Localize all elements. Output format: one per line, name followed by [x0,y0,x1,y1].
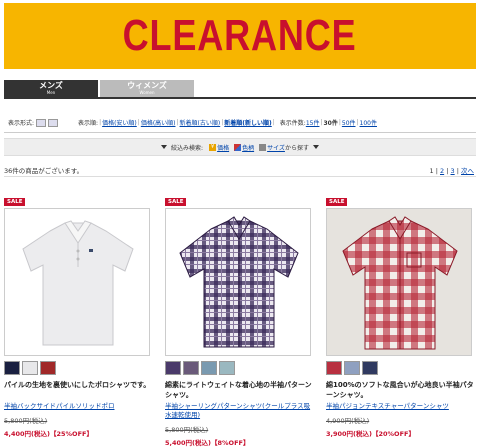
swatch-blue[interactable] [201,361,217,375]
gender-tabs: メンズ Men ウィメンズ Women [4,80,476,99]
color-icon [234,143,242,151]
sale-price: 5,400円(税込)【8%OFF】 [165,439,250,447]
swatch-navy[interactable] [362,361,378,375]
product-description: 綿素にライトウェイトな着心地の半袖パターンシャツ。 [165,381,312,399]
color-swatches [4,361,56,375]
sale-price: 3,900円(税込)【20%OFF】 [326,430,415,438]
tab-women-sub: Women [139,90,155,95]
page-2[interactable]: 2 [440,167,444,175]
sort-price-desc[interactable]: 価格(高い順) [141,118,176,127]
size-icon [259,143,267,151]
tab-women-label: ウィメンズ [127,81,167,90]
swatch-navy[interactable] [4,361,20,375]
product-description: パイルの生地を裏使いにしたポロシャツです。 [4,381,151,389]
display-format-label: 表示形式: [8,120,35,127]
product-name-link[interactable]: 半袖パジョンテキスチャーパターンシャツ [326,402,474,411]
per-page-50[interactable]: 50件 [342,118,356,127]
product-name-link[interactable]: 半袖バックサイドパイルソリッドポロ [4,402,152,411]
sale-badge: SALE [326,198,348,206]
sale-badge: SALE [4,198,26,206]
grid-view-icon[interactable] [48,118,59,127]
tab-women[interactable]: ウィメンズ Women [100,80,194,97]
swatch-red[interactable] [326,361,342,375]
filter-size-link[interactable]: サイズ [267,143,285,152]
product-image-red-check-shirt[interactable] [326,208,472,356]
filter-suffix: から探す [284,144,309,152]
original-price: 5,800円(税込) [165,426,209,434]
product-description: 綿100%のソフトな風合いが心地良い半袖パターンシャツ。 [326,381,474,399]
swatch-red[interactable] [40,361,56,375]
display-order-label: 表示順: [78,120,99,127]
filter-price-link[interactable]: 価格 [217,143,229,152]
filter-color-link[interactable]: 色柄 [242,143,254,152]
tab-men-label: メンズ [39,81,63,90]
color-swatches [165,361,235,375]
sort-price-asc[interactable]: 価格(安い順) [102,118,137,127]
page-1: 1 [429,167,434,175]
banner-title: CLEARANCE [123,11,357,60]
per-page-30[interactable]: 30件 [323,118,337,127]
yen-icon: ¥ [209,143,217,151]
per-page-label: 表示件数: [279,120,306,127]
result-count: 36件の商品がございます。 [4,167,84,175]
next-page-link[interactable]: 次へ [461,167,474,175]
product-image-purple-check-shirt[interactable] [165,208,311,356]
swatch-aqua[interactable] [219,361,235,375]
swatch-white[interactable] [22,361,38,375]
tab-men-sub: Men [46,90,56,95]
clearance-banner: CLEARANCE [4,3,476,69]
sort-newest[interactable]: 新着順(新しい順) [224,118,272,127]
product-image-polo[interactable] [4,208,150,356]
per-page-100[interactable]: 100件 [360,118,377,127]
original-price: 4,900円(税込) [326,417,370,425]
filter-bar: 絞込み検索: ¥ 価格 色柄 サイズ から探す [4,138,476,156]
page-3[interactable]: 3 [451,167,455,175]
filter-label: 絞込み検索: [171,144,204,152]
list-view-icon[interactable] [36,118,47,127]
triangle-down-icon [312,145,319,149]
swatch-purple[interactable] [165,361,181,375]
pagination: 1 | 2 | 3 | 次へ [429,167,475,175]
sort-oldest[interactable]: 新着順(古い順) [180,118,221,127]
result-count-row: 36件の商品がございます。 1 | 2 | 3 | 次へ [4,165,476,177]
triangle-down-icon [161,145,168,149]
sort-bar: 表示形式: 表示順: | 価格(安い順) | 価格(高い順) | 新着順(古い順… [4,113,476,133]
product-name-link[interactable]: 半袖シャーリングパターンシャツ(クールプラス吸水速乾使用) [165,402,313,420]
swatch-blue[interactable] [344,361,360,375]
sale-badge: SALE [165,198,187,206]
color-swatches [326,361,378,375]
tab-men[interactable]: メンズ Men [4,80,98,97]
per-page-15[interactable]: 15件 [306,118,320,127]
original-price: 5,800円(税込) [4,417,48,425]
sale-price: 4,400円(税込)【25%OFF】 [4,430,93,438]
swatch-grape[interactable] [183,361,199,375]
